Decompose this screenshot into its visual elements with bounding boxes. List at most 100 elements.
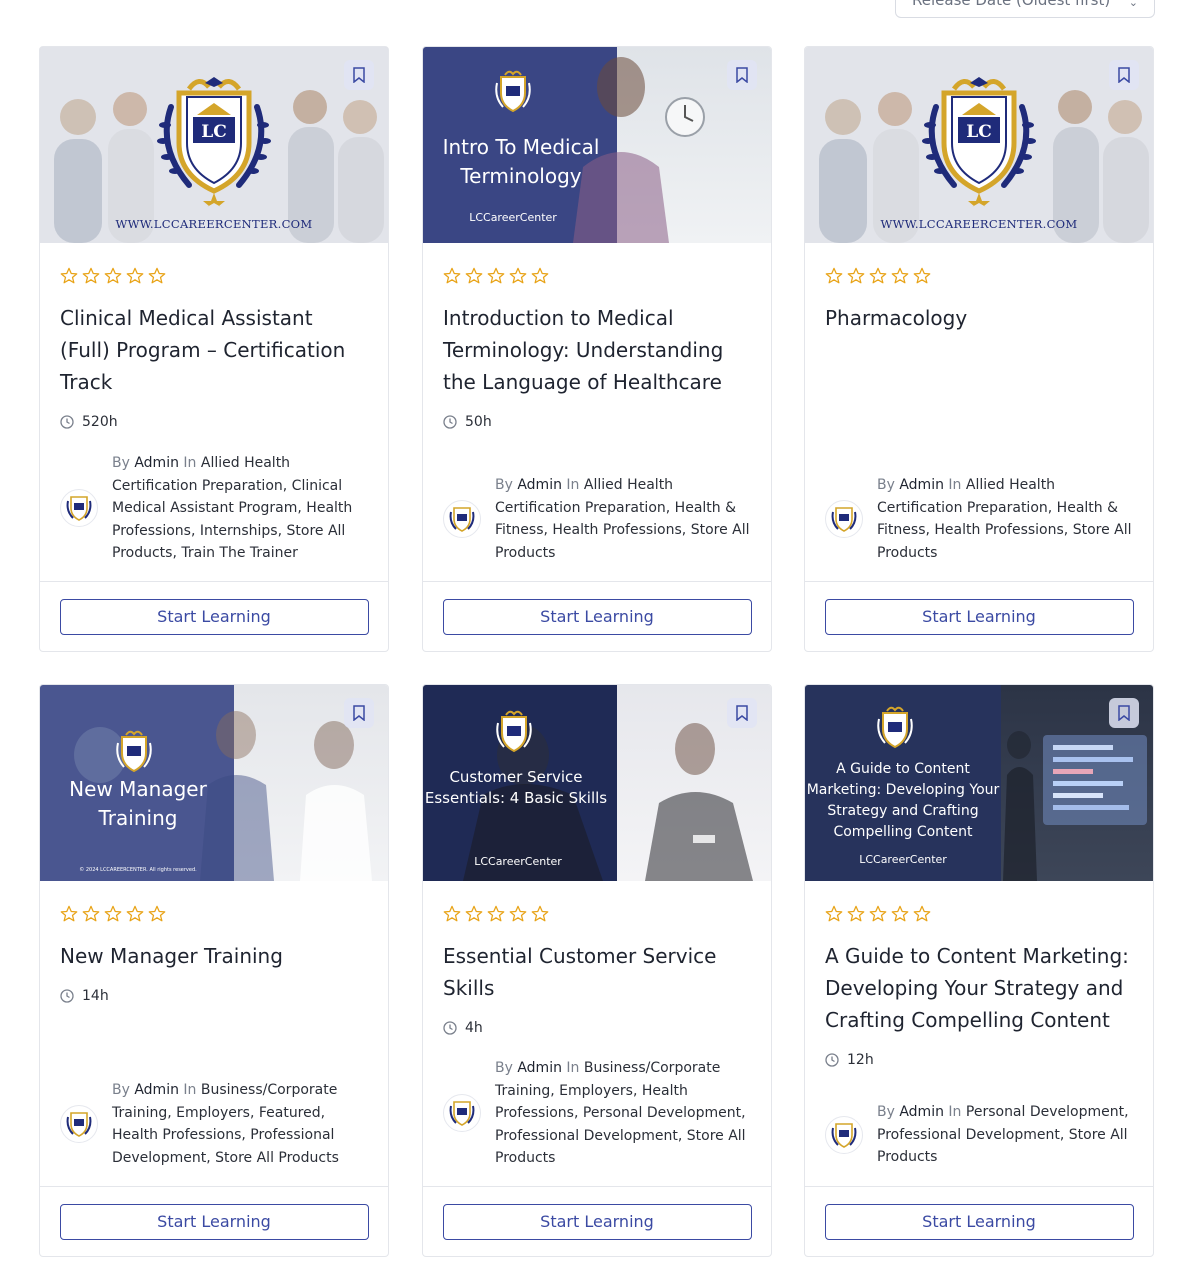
by-label: By <box>112 455 130 471</box>
in-label: In <box>183 1082 197 1098</box>
rating-stars <box>443 267 751 285</box>
thumb-title: New Manager Training <box>69 777 207 830</box>
author-link[interactable]: Admin <box>899 1104 944 1120</box>
clock-icon <box>443 415 457 429</box>
sort-select-value: Release Date (Oldest first) <box>912 0 1111 9</box>
duration-value: 14h <box>82 988 109 1004</box>
course-title[interactable]: New Manager Training <box>60 940 368 972</box>
category-link[interactable]: Personal Development <box>966 1104 1124 1120</box>
avatar[interactable] <box>825 1115 863 1154</box>
avatar[interactable] <box>60 1105 98 1143</box>
star-icon <box>913 267 931 284</box>
course-meta: By Admin In Allied Health Certification … <box>60 452 368 565</box>
start-learning-button[interactable]: Start Learning <box>59 1203 369 1240</box>
start-learning-button[interactable]: Start Learning <box>824 598 1134 635</box>
avatar[interactable] <box>443 1094 481 1133</box>
category-link[interactable]: Internships <box>200 523 278 539</box>
clock-icon <box>443 1021 457 1035</box>
thumb-title: Customer Service Essentials: 4 Basic Ski… <box>424 768 608 807</box>
course-title[interactable]: A Guide to Content Marketing: Developing… <box>825 940 1133 1036</box>
thumb-title: A Guide to Content Marketing: Developing… <box>806 761 1000 840</box>
bookmark-icon <box>1118 67 1130 83</box>
avatar[interactable] <box>60 489 98 528</box>
author-link[interactable]: Admin <box>517 1060 562 1076</box>
bookmark-button[interactable] <box>344 698 374 728</box>
course-title[interactable]: Essential Customer Service Skills <box>443 940 751 1004</box>
course-thumbnail[interactable]: LC WWW.LCCAREERCENTER.COM <box>805 47 1153 243</box>
start-learning-button[interactable]: Start Learning <box>442 1203 752 1240</box>
category-link[interactable]: Health Professions <box>934 522 1063 538</box>
category-link[interactable]: Personal Development <box>583 1105 741 1121</box>
rating-stars <box>443 905 751 923</box>
svg-text:LC: LC <box>201 122 226 142</box>
card-footer: Start Learning <box>40 581 388 651</box>
category-link[interactable]: Health Professions <box>112 1127 241 1143</box>
star-icon <box>148 905 166 922</box>
category-link[interactable]: Store All Products <box>215 1150 339 1166</box>
star-icon <box>104 905 122 922</box>
bookmark-button[interactable] <box>727 60 757 90</box>
course-meta: By Admin In Personal Development, Profes… <box>825 1101 1133 1169</box>
category-link[interactable]: Professional Development <box>495 1128 678 1144</box>
thumb-brand: LCCareerCenter <box>469 211 557 224</box>
by-label: By <box>495 1060 513 1076</box>
wall-clock-image <box>665 97 705 137</box>
lc-avatar-logo <box>66 496 92 522</box>
start-learning-button[interactable]: Start Learning <box>824 1203 1134 1240</box>
svg-text:LC: LC <box>966 122 991 142</box>
author-link[interactable]: Admin <box>899 477 944 493</box>
category-link[interactable]: Professional Development <box>877 1127 1060 1143</box>
course-thumbnail[interactable]: LC WWW.LCCAREERCENTER.COM <box>40 47 388 243</box>
course-thumbnail[interactable]: Customer Service Essentials: 4 Basic Ski… <box>423 685 771 881</box>
sort-select[interactable]: Release Date (Oldest first) ⌄ <box>895 0 1155 18</box>
course-thumbnail[interactable]: New Manager Training © 2024 LCCAREERCENT… <box>40 685 388 881</box>
lc-crest-logo <box>495 70 531 113</box>
category-link[interactable]: Health Professions <box>552 522 681 538</box>
category-link[interactable]: Employers <box>559 1083 633 1099</box>
star-icon <box>126 905 144 922</box>
start-learning-button[interactable]: Start Learning <box>442 598 752 635</box>
in-label: In <box>948 1104 962 1120</box>
thumb-url: WWW.LCCAREERCENTER.COM <box>880 217 1078 231</box>
chevron-down-icon: ⌄ <box>1128 0 1138 9</box>
clock-icon <box>60 989 74 1003</box>
bookmark-button[interactable] <box>1109 698 1139 728</box>
author-link[interactable]: Admin <box>517 477 562 493</box>
start-learning-button[interactable]: Start Learning <box>59 598 369 635</box>
bookmark-button[interactable] <box>727 698 757 728</box>
lc-crest-logo <box>877 706 913 749</box>
star-icon <box>825 905 843 922</box>
course-meta: By Admin In Allied Health Certification … <box>443 474 751 564</box>
category-link[interactable]: Train The Trainer <box>181 545 298 561</box>
course-title[interactable]: Pharmacology <box>825 302 1133 334</box>
avatar[interactable] <box>825 500 863 538</box>
rating-stars <box>60 905 368 923</box>
thumb-brand: LCCareerCenter <box>474 855 562 868</box>
course-duration: 14h <box>60 986 368 1006</box>
lc-avatar-logo <box>449 1101 475 1127</box>
bookmark-button[interactable] <box>1109 60 1139 90</box>
star-icon <box>531 267 549 284</box>
star-icon <box>869 267 887 284</box>
course-title[interactable]: Clinical Medical Assistant (Full) Progra… <box>60 302 368 398</box>
author-link[interactable]: Admin <box>134 1082 179 1098</box>
star-icon <box>847 267 865 284</box>
course-thumbnail[interactable]: A Guide to Content Marketing: Developing… <box>805 685 1153 881</box>
lc-crest-logo <box>116 730 152 773</box>
author-link[interactable]: Admin <box>134 455 179 471</box>
course-duration: 4h <box>443 1018 751 1038</box>
bookmark-button[interactable] <box>344 60 374 90</box>
course-title[interactable]: Introduction to Medical Terminology: Und… <box>443 302 751 398</box>
star-icon <box>487 267 505 284</box>
course-meta-text: By Admin In Allied Health Certification … <box>112 455 353 561</box>
category-link[interactable]: Featured <box>259 1105 321 1121</box>
course-meta: By Admin In Business/Corporate Training,… <box>60 1079 368 1169</box>
in-label: In <box>566 1060 580 1076</box>
star-icon <box>465 905 483 922</box>
avatar[interactable] <box>443 500 481 538</box>
star-icon <box>891 905 909 922</box>
course-card: Customer Service Essentials: 4 Basic Ski… <box>422 684 772 1257</box>
course-meta: By Admin In Allied Health Certification … <box>825 474 1133 564</box>
category-link[interactable]: Employers <box>176 1105 250 1121</box>
course-thumbnail[interactable]: Intro To Medical Terminology LCCareerCen… <box>423 47 771 243</box>
